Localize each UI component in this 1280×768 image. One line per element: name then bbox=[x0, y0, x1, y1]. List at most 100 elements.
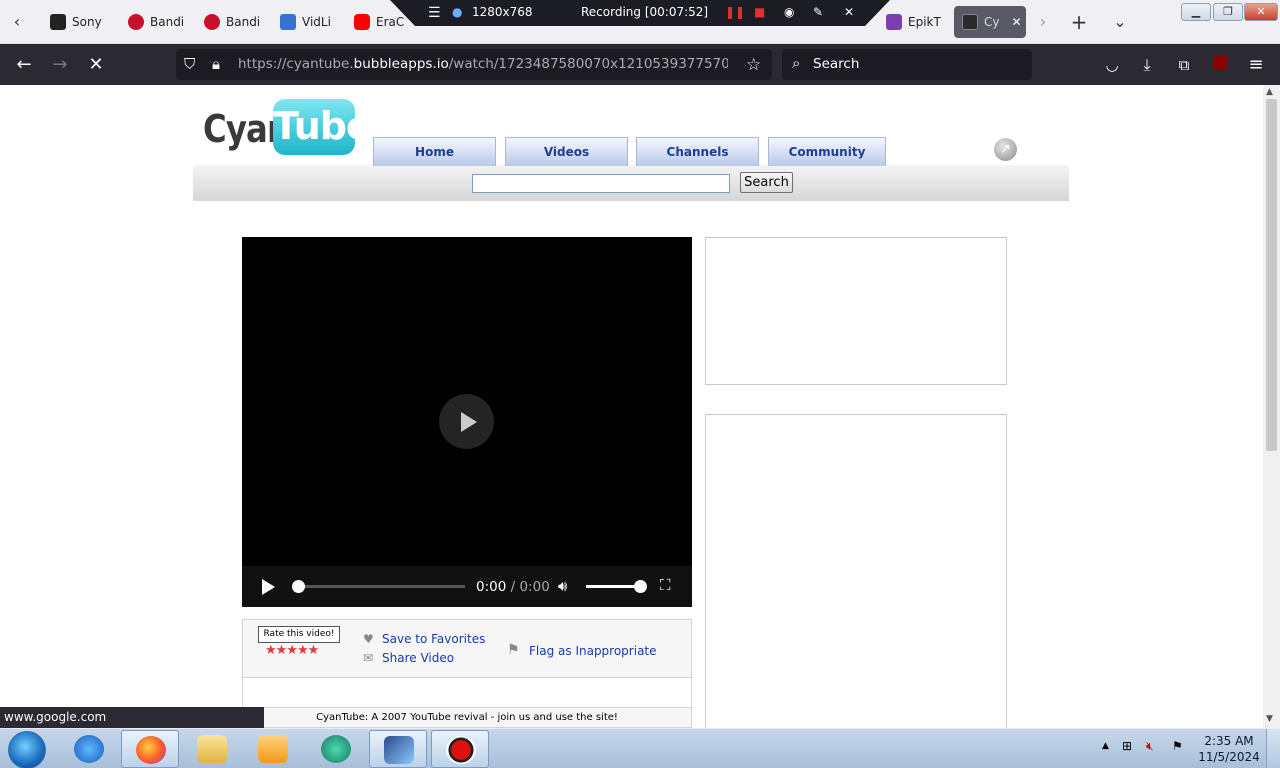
bandicam-icon bbox=[446, 736, 476, 764]
show-hidden-icons-icon[interactable]: ▲ bbox=[1102, 741, 1109, 751]
tab-bandicam-1[interactable]: Bandi bbox=[128, 6, 186, 38]
browser-navbar: ← → ✕ ⛉ 🔒︎ https://cyantube.bubbleapps.i… bbox=[0, 44, 1280, 85]
scroll-down-icon[interactable]: ▼ bbox=[1266, 714, 1273, 724]
scrollbar-thumb[interactable] bbox=[1266, 99, 1277, 451]
menu-icon[interactable]: ≡ bbox=[1243, 52, 1269, 78]
url-text[interactable]: https://cyantube.bubbleapps.io/watch/172… bbox=[238, 56, 728, 72]
new-tab-icon[interactable]: + bbox=[1067, 10, 1091, 34]
tab-bandicam-2[interactable]: Bandi bbox=[204, 6, 262, 38]
taskbar-bandicam[interactable] bbox=[431, 730, 489, 768]
file-explorer-icon bbox=[197, 735, 227, 763]
rating-stars[interactable]: ★★★★★ bbox=[265, 643, 319, 658]
bookmark-star-icon[interactable]: ☆ bbox=[746, 55, 761, 75]
minimize-button[interactable]: ▁ bbox=[1181, 3, 1211, 21]
tab-vidlii[interactable]: VidLi bbox=[280, 6, 338, 38]
page-scrollbar[interactable]: ▲ ▼ bbox=[1263, 85, 1280, 728]
close-tab-icon[interactable]: ✕ bbox=[1011, 15, 1021, 29]
browser-tab-strip: ‹ Sony Bandi Bandi VidLi EraCa ☰ ● 1280x… bbox=[0, 0, 1280, 44]
taskbar-internet-explorer[interactable] bbox=[60, 730, 118, 768]
tab-label: Cy bbox=[984, 15, 1000, 29]
cyantube-logo[interactable]: Cyan Tube bbox=[203, 99, 372, 159]
play-icon[interactable] bbox=[262, 579, 275, 595]
fullscreen-icon[interactable]: ⛶ bbox=[660, 576, 671, 594]
nav-home[interactable]: Home bbox=[373, 137, 496, 166]
sidebar-box-top bbox=[705, 237, 1007, 385]
vidlii-icon bbox=[280, 14, 296, 30]
share-video-link[interactable]: Share Video bbox=[382, 651, 454, 665]
tab-eracast[interactable]: EraCa bbox=[354, 6, 404, 38]
close-icon[interactable]: ✕ bbox=[844, 5, 854, 19]
search-bar[interactable]: ⌕ Search bbox=[782, 49, 1032, 80]
volume-muted-icon[interactable]: 🔇︎ bbox=[1146, 739, 1154, 754]
taskbar-browser[interactable] bbox=[307, 730, 365, 768]
internet-explorer-icon bbox=[74, 735, 104, 763]
seek-bar[interactable] bbox=[292, 580, 465, 593]
taskbar-firefox[interactable] bbox=[121, 730, 179, 768]
tab-label: EpikT bbox=[908, 15, 941, 29]
taskbar-media-player[interactable] bbox=[244, 730, 302, 768]
pause-icon[interactable]: ❚❚ bbox=[725, 5, 745, 19]
address-bar[interactable]: ⛉ 🔒︎ https://cyantube.bubbleapps.io/watc… bbox=[176, 49, 772, 80]
taskbar-video-editor[interactable] bbox=[369, 730, 427, 768]
web-page: Cyan Tube Home Videos Channels Community… bbox=[0, 85, 1263, 728]
list-tabs-icon[interactable]: ⌄ bbox=[1108, 10, 1132, 34]
tab-scroll-right-icon[interactable]: › bbox=[1031, 10, 1055, 34]
extensions-icon[interactable]: ⧉ bbox=[1171, 52, 1197, 78]
logo-tube-text: Tube bbox=[273, 99, 372, 155]
tab-cyantube-active[interactable]: Cy ✕ bbox=[954, 6, 1026, 38]
tab-label: Bandi bbox=[226, 15, 261, 29]
start-button[interactable] bbox=[8, 731, 46, 768]
volume-slider[interactable] bbox=[586, 580, 647, 593]
nav-community[interactable]: Community bbox=[768, 137, 886, 166]
site-search-input[interactable] bbox=[472, 174, 730, 193]
close-window-button[interactable]: ✕ bbox=[1244, 3, 1278, 21]
lock-icon[interactable]: 🔒︎ bbox=[212, 55, 220, 73]
maximize-button[interactable]: ❐ bbox=[1213, 3, 1243, 21]
action-center-flag-icon[interactable]: ⚑ bbox=[1172, 739, 1183, 753]
tab-label: VidLi bbox=[302, 15, 331, 29]
sony-icon bbox=[50, 14, 66, 30]
downloads-icon[interactable]: ⤓ bbox=[1134, 52, 1160, 78]
bandicam-icon bbox=[204, 14, 220, 30]
ublock-icon[interactable] bbox=[1207, 52, 1233, 78]
stop-icon[interactable]: ■ bbox=[754, 5, 765, 19]
shield-icon[interactable]: ⛉ bbox=[184, 55, 195, 73]
stop-loading-icon[interactable]: ✕ bbox=[83, 52, 109, 78]
scroll-up-icon[interactable]: ▲ bbox=[1266, 87, 1273, 97]
pocket-icon[interactable]: ◡ bbox=[1099, 52, 1125, 78]
nav-channels[interactable]: Channels bbox=[636, 137, 759, 166]
link-status-url: www.google.com bbox=[0, 707, 264, 728]
site-search-button[interactable]: Search bbox=[740, 172, 793, 193]
envelope-icon: ✉ bbox=[363, 651, 374, 665]
seek-knob[interactable] bbox=[292, 580, 305, 593]
network-icon[interactable]: ⊞ bbox=[1122, 739, 1132, 753]
nav-videos[interactable]: Videos bbox=[505, 137, 628, 166]
camera-icon[interactable]: ◉ bbox=[784, 5, 794, 19]
menu-icon[interactable]: ☰ bbox=[428, 5, 441, 21]
clock-date: 11/5/2024 bbox=[1198, 750, 1260, 764]
flag-icon: ⚑ bbox=[507, 642, 520, 658]
flag-inappropriate-link[interactable]: Flag as Inappropriate bbox=[529, 644, 657, 658]
video-player[interactable]: 0:00 / 0:00 🔊︎ ⛶ bbox=[242, 237, 692, 607]
youtube-icon bbox=[354, 14, 370, 30]
clock[interactable]: 2:35 AM 11/5/2024 bbox=[1196, 733, 1262, 765]
save-to-favorites-link[interactable]: Save to Favorites bbox=[382, 632, 485, 646]
tab-epiktube[interactable]: EpikT bbox=[886, 6, 942, 38]
time-separator: / bbox=[506, 579, 520, 595]
pencil-icon[interactable]: ✎ bbox=[813, 5, 823, 19]
taskbar-file-explorer[interactable] bbox=[183, 730, 241, 768]
site-footer: CyanTube: A 2007 YouTube revival - join … bbox=[242, 707, 692, 728]
recording-status: Recording [00:07:52] bbox=[581, 5, 709, 19]
volume-knob[interactable] bbox=[634, 580, 647, 593]
forward-icon[interactable]: → bbox=[47, 52, 73, 78]
tab-scroll-left-icon[interactable]: ‹ bbox=[5, 10, 29, 34]
exit-icon[interactable]: ↗ bbox=[994, 138, 1017, 161]
big-play-icon[interactable] bbox=[439, 394, 494, 449]
duration: 0:00 bbox=[519, 579, 550, 595]
epiktube-icon bbox=[886, 14, 902, 30]
tab-sony[interactable]: Sony bbox=[50, 6, 110, 38]
back-icon[interactable]: ← bbox=[11, 52, 37, 78]
volume-icon[interactable]: 🔊︎ bbox=[558, 577, 567, 595]
show-desktop-button[interactable] bbox=[1266, 729, 1280, 768]
browser-icon bbox=[321, 735, 351, 763]
